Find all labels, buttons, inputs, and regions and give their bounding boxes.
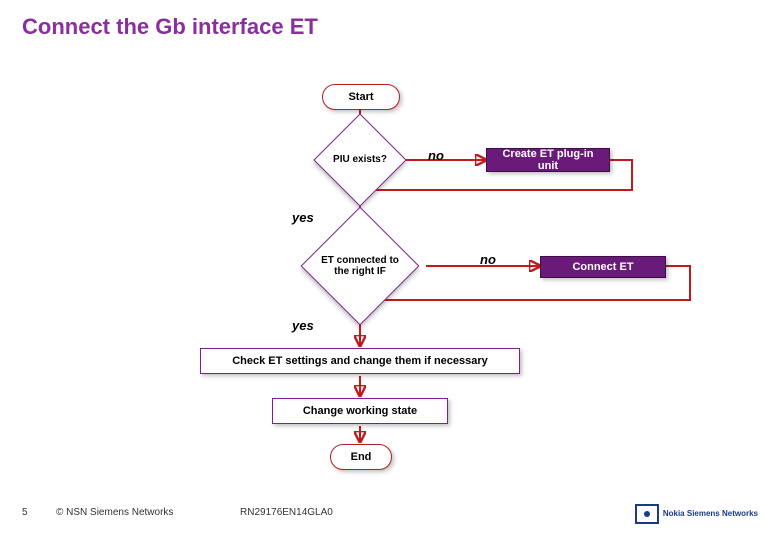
node-check-et-settings: Check ET settings and change them if nec… xyxy=(200,348,520,374)
node-start-label: Start xyxy=(348,91,373,103)
footer-page-number: 5 xyxy=(22,507,28,518)
edge-label-no-2: no xyxy=(480,252,496,267)
edge-label-yes-2: yes xyxy=(292,318,314,333)
node-process-create-et: Create ET plug-in unit xyxy=(486,148,610,172)
node-process-connect-et-label: Connect ET xyxy=(572,261,633,273)
node-check-et-settings-label: Check ET settings and change them if nec… xyxy=(232,355,488,367)
node-decision-et-connected: ET connected to the right IF xyxy=(318,224,402,308)
node-end: End xyxy=(330,444,392,470)
node-start: Start xyxy=(322,84,400,110)
node-process-connect-et: Connect ET xyxy=(540,256,666,278)
node-decision-piu-label: PIU exists? xyxy=(333,154,387,166)
node-change-working-state-label: Change working state xyxy=(303,405,417,417)
node-change-working-state: Change working state xyxy=(272,398,448,424)
node-end-label: End xyxy=(351,451,372,463)
node-decision-et-connected-label: ET connected to the right IF xyxy=(318,255,402,278)
footer-doc-id: RN29176EN14GLA0 xyxy=(240,507,333,518)
node-decision-piu: PIU exists? xyxy=(327,127,393,193)
edge-label-no-1: no xyxy=(428,148,444,163)
footer-copyright: © NSN Siemens Networks xyxy=(56,507,173,518)
brand-logo-text: Nokia Siemens Networks xyxy=(663,510,758,518)
brand-logo: Nokia Siemens Networks xyxy=(635,504,758,524)
brand-logo-icon xyxy=(635,504,659,524)
node-process-create-et-label: Create ET plug-in unit xyxy=(493,148,603,172)
page-title: Connect the Gb interface ET xyxy=(22,14,318,40)
edge-label-yes-1: yes xyxy=(292,210,314,225)
